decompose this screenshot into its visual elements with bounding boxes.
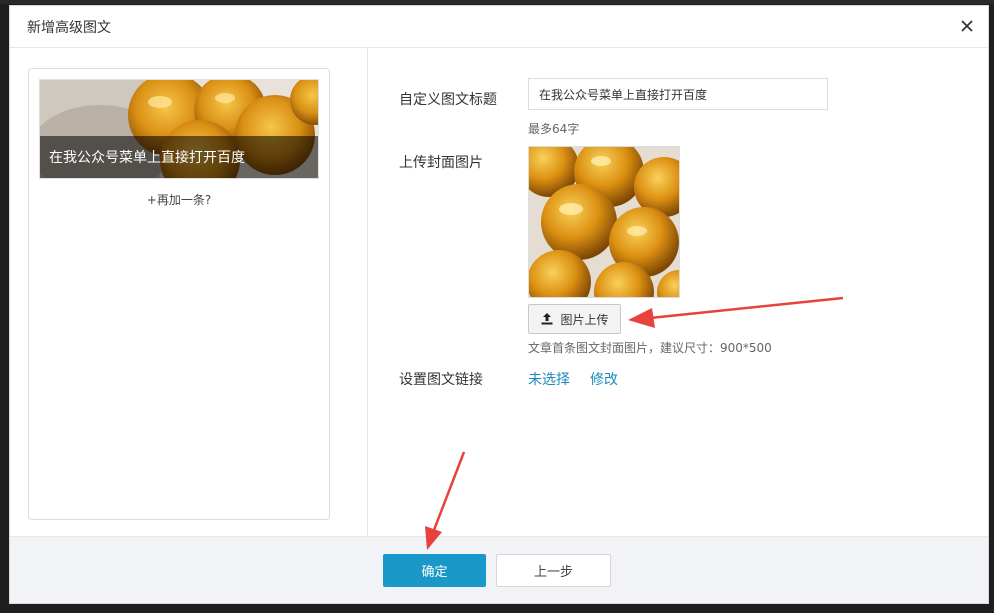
title-label: 自定义图文标题: [399, 92, 497, 108]
add-another-link[interactable]: +再加一条?: [29, 191, 329, 208]
cover-thumbnail: [528, 146, 680, 298]
edit-link-button[interactable]: 修改: [590, 369, 618, 389]
cover-label: 上传封面图片: [399, 155, 483, 171]
article-preview-card: 在我公众号菜单上直接打开百度 +再加一条?: [28, 68, 330, 520]
dialog-header: 新增高级图文: [10, 6, 988, 48]
preview-cover-image[interactable]: 在我公众号菜单上直接打开百度: [39, 79, 319, 179]
dialog-body: 在我公众号菜单上直接打开百度 +再加一条? 自定义图文标题 最多64字 上传封面…: [10, 48, 988, 536]
link-status[interactable]: 未选择: [528, 369, 570, 389]
background-strip: [0, 0, 994, 4]
dialog-footer: 确定 上一步: [10, 536, 988, 603]
title-input[interactable]: [528, 78, 828, 110]
title-hint: 最多64字: [528, 122, 580, 136]
dialog-title: 新增高级图文: [27, 20, 111, 36]
cover-size-hint: 文章首条图文封面图片，建议尺寸：900*500: [528, 341, 772, 355]
preview-caption: 在我公众号菜单上直接打开百度: [40, 136, 318, 178]
confirm-button[interactable]: 确定: [383, 554, 486, 587]
preview-pane: 在我公众号菜单上直接打开百度 +再加一条?: [10, 48, 368, 536]
upload-icon: [540, 312, 554, 326]
link-label: 设置图文链接: [399, 372, 483, 388]
upload-image-button[interactable]: 图片上传: [528, 304, 621, 334]
add-article-dialog: 新增高级图文 在我公众号菜单上直接打开百度 +再加一条? 自定义图文标题 在我公…: [9, 5, 989, 604]
upload-button-label: 图片上传: [560, 312, 609, 327]
previous-step-button[interactable]: 上一步: [496, 554, 611, 587]
close-icon[interactable]: [956, 15, 978, 37]
form-pane: 自定义图文标题 最多64字 上传封面图片: [369, 48, 988, 536]
